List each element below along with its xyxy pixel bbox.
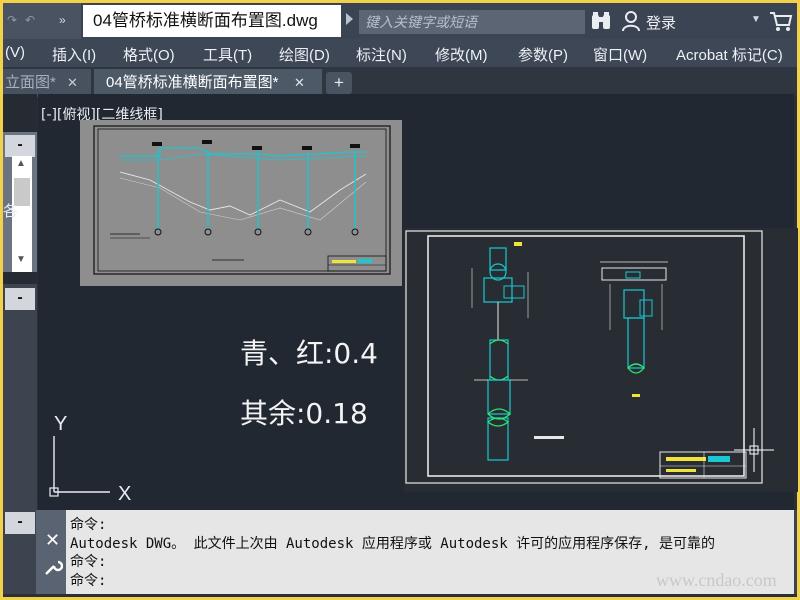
- new-tab-button[interactable]: +: [326, 72, 352, 94]
- command-input[interactable]: 命令:: [70, 570, 106, 590]
- watermark: www.cndao.com: [656, 570, 777, 590]
- close-icon[interactable]: ✕: [294, 69, 305, 97]
- scroll-up-icon[interactable]: ▲: [16, 158, 26, 169]
- document-tab-bar: 立面图* ✕ 04管桥标准横断面布置图* ✕: [3, 67, 797, 97]
- tab-label: 04管桥标准横断面布置图*: [106, 74, 279, 91]
- login-dropdown-icon[interactable]: ▼: [751, 14, 761, 25]
- command-toolbar: [36, 510, 66, 594]
- command-line: Autodesk DWG。 此文件上次由 Autodesk 应用程序或 Auto…: [70, 536, 716, 552]
- search-input[interactable]: 键入关键字或短语: [359, 10, 585, 34]
- elevation-drawing: [93, 125, 391, 275]
- undo-icon[interactable]: ↶: [25, 13, 35, 27]
- quick-access-expand[interactable]: »: [59, 13, 66, 27]
- command-line: 命令:: [70, 517, 107, 533]
- menu-insert[interactable]: 插入(I): [52, 44, 96, 65]
- menu-dimension[interactable]: 标注(N): [356, 44, 407, 65]
- cart-icon[interactable]: [769, 10, 793, 32]
- login-link[interactable]: 登录: [646, 12, 676, 33]
- drawing-note-line-weight-1: 青、红:0.4: [240, 337, 378, 370]
- menu-window[interactable]: 窗口(W): [593, 44, 647, 65]
- cross-section-drawing: [405, 230, 774, 484]
- menu-draw[interactable]: 绘图(D): [279, 44, 330, 65]
- close-icon[interactable]: ✕: [45, 530, 60, 551]
- menu-view[interactable]: (V): [5, 44, 25, 61]
- quick-access-toolbar[interactable]: ↷ ↶ »: [3, 3, 81, 39]
- ucs-y-label: Y: [54, 413, 67, 435]
- palette-collapse-button[interactable]: -: [5, 288, 35, 310]
- tool-palette-2: [3, 284, 37, 510]
- user-icon[interactable]: [621, 10, 641, 32]
- binoculars-icon[interactable]: [590, 11, 612, 31]
- menu-parametric[interactable]: 参数(P): [518, 44, 568, 65]
- ucs-icon: Y X: [49, 413, 131, 502]
- menu-bar: (V) 插入(I) 格式(O) 工具(T) 绘图(D) 标注(N) 修改(M) …: [3, 39, 797, 67]
- palette-collapse-button[interactable]: -: [5, 135, 35, 157]
- layout-sheet-cross-section[interactable]: [404, 228, 798, 492]
- menu-tools[interactable]: 工具(T): [203, 44, 252, 65]
- ucs-x-label: X: [118, 483, 131, 502]
- layout-sheet-elevation[interactable]: [80, 120, 402, 286]
- palette-item-label: 各: [3, 203, 19, 220]
- drawing-note-line-weight-2: 其余:0.18: [240, 397, 368, 430]
- command-line: 命令:: [70, 554, 107, 570]
- close-icon[interactable]: ✕: [67, 69, 78, 97]
- menu-modify[interactable]: 修改(M): [435, 44, 488, 65]
- menu-acrobat-markup[interactable]: Acrobat 标记(C): [676, 44, 783, 65]
- tab-label: 立面图*: [5, 74, 56, 91]
- menu-format[interactable]: 格式(O): [123, 44, 175, 65]
- scroll-down-icon[interactable]: ▼: [16, 254, 26, 265]
- tab-cross-section[interactable]: 04管桥标准横断面布置图* ✕: [94, 69, 322, 97]
- command-collapse-button[interactable]: -: [5, 512, 35, 534]
- search-expand-icon[interactable]: [346, 13, 353, 25]
- title-bar: ↷ ↶ » 04管桥标准横断面布置图.dwg 键入关键字或短语 登录 ▼: [3, 3, 797, 39]
- document-title: 04管桥标准横断面布置图.dwg: [83, 5, 341, 37]
- tab-elevation[interactable]: 立面图* ✕: [3, 69, 91, 97]
- redo-icon[interactable]: ↷: [7, 13, 17, 27]
- customize-wrench-icon[interactable]: [43, 557, 63, 577]
